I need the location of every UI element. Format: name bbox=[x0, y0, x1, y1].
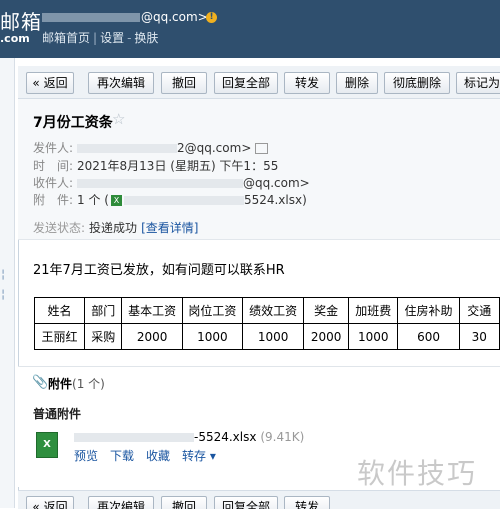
table-cell: 600 bbox=[397, 323, 460, 350]
view-details-link[interactable]: [查看详情] bbox=[141, 221, 198, 235]
watermark-text: 软件技巧 bbox=[357, 457, 478, 490]
favorite-link[interactable]: 收藏 bbox=[146, 449, 170, 463]
table-header-cell: 姓名 bbox=[33, 297, 86, 324]
reply-all-button[interactable]: 回复全部 bbox=[214, 72, 278, 94]
excel-file-icon[interactable]: X bbox=[36, 432, 58, 458]
time-row: 时 间: 2021年8月13日 (星期五) 下午1：55 bbox=[33, 157, 278, 174]
link-skin[interactable]: 换肤 bbox=[134, 31, 158, 45]
recipient-label: 收件人: bbox=[33, 176, 74, 190]
masked-attachment bbox=[123, 196, 244, 205]
back-button[interactable]: « 返回 bbox=[26, 72, 74, 94]
table-header-cell: 交通 bbox=[458, 297, 500, 324]
attachments-count: (1 个) bbox=[72, 377, 105, 391]
excel-file-icon: X bbox=[110, 195, 122, 206]
salary-table: 姓名 部门 基本工资 岗位工资 绩效工资 奖金 加班费 住房补助 交通 王丽红 … bbox=[33, 297, 500, 350]
back-button-bottom[interactable]: « 返回 bbox=[26, 496, 74, 509]
status-value: 投递成功 bbox=[89, 221, 138, 235]
table-cell: 2000 bbox=[121, 323, 183, 350]
save-to-link[interactable]: 转存 ▾ bbox=[182, 449, 216, 463]
star-icon[interactable]: ☆ bbox=[112, 110, 125, 128]
attachment-size: (9.41K) bbox=[260, 430, 305, 444]
table-cell: 1000 bbox=[347, 323, 399, 350]
recall-button[interactable]: 撤回 bbox=[161, 72, 207, 94]
download-link[interactable]: 下载 bbox=[110, 449, 134, 463]
bottom-toolbar: « 返回 再次编辑 撤回 回复全部 转发 bbox=[18, 490, 500, 509]
link-mail-home[interactable]: 邮箱首页 bbox=[42, 31, 90, 45]
delete-permanently-button[interactable]: 彻底删除 bbox=[384, 72, 450, 94]
forward-button-bottom[interactable]: 转发 bbox=[284, 496, 330, 509]
header-links: 邮箱首页 | 设置 - 换肤 bbox=[42, 31, 159, 45]
attachments-title-text: 附件 bbox=[48, 377, 73, 391]
masked-filename bbox=[74, 433, 194, 442]
contact-card-icon[interactable] bbox=[255, 143, 269, 154]
re-edit-button[interactable]: 再次编辑 bbox=[88, 72, 154, 94]
table-cell: 王丽红 bbox=[33, 323, 86, 350]
preview-link[interactable]: 预览 bbox=[74, 449, 98, 463]
attachment-row: 附 件: 1 个 (X 5524.xlsx) bbox=[33, 191, 307, 208]
logo-domain: .com bbox=[0, 32, 30, 45]
delete-button[interactable]: 删除 bbox=[336, 72, 378, 94]
time-value: 2021年8月13日 (星期五) 下午1：55 bbox=[77, 159, 279, 173]
account-address[interactable]: @qq.com> bbox=[42, 10, 208, 24]
table-header-cell: 奖金 bbox=[303, 297, 349, 324]
logo-text: 邮箱 bbox=[0, 10, 42, 34]
reply-all-button-bottom[interactable]: 回复全部 bbox=[214, 496, 278, 509]
table-header-cell: 住房补助 bbox=[397, 297, 460, 324]
sender-label: 发件人: bbox=[33, 141, 74, 155]
table-header-cell: 基本工资 bbox=[121, 297, 183, 324]
table-row: 王丽红 采购 2000 1000 1000 2000 1000 600 30 bbox=[33, 323, 500, 350]
delivery-status: 发送状态: 投递成功 [查看详情] bbox=[33, 219, 198, 236]
link-settings[interactable]: 设置 bbox=[100, 31, 124, 45]
mail-body-text: 21年7月工资已发放，如有问题可以联系HR bbox=[33, 263, 285, 278]
mark-as-button[interactable]: 标记为 bbox=[456, 72, 500, 94]
account-text: @qq.com> bbox=[141, 10, 208, 24]
recall-button-bottom[interactable]: 撤回 bbox=[161, 496, 207, 509]
table-cell: 1000 bbox=[242, 323, 305, 350]
table-header-cell: 加班费 bbox=[347, 297, 399, 324]
masked-sender bbox=[77, 144, 177, 153]
sidebar-marker-icon[interactable]: ╎ bbox=[0, 270, 8, 282]
attachment-filename[interactable]: -5524.xlsx bbox=[194, 430, 256, 444]
table-header-cell: 岗位工资 bbox=[181, 297, 244, 324]
mail-subject: 7月份工资条 bbox=[33, 115, 113, 131]
table-cell: 1000 bbox=[181, 323, 244, 350]
table-cell: 采购 bbox=[84, 323, 123, 350]
normal-attachments-label: 普通附件 bbox=[33, 407, 82, 421]
forward-button[interactable]: 转发 bbox=[284, 72, 330, 94]
masked-account bbox=[42, 13, 140, 22]
attachment-actions: 预览 下载 收藏 转存 ▾ bbox=[74, 447, 228, 464]
recipient-row: 收件人: @qq.com> bbox=[33, 174, 310, 191]
sidebar-marker-icon[interactable]: ╎ bbox=[0, 290, 8, 302]
attachment-name[interactable]: 5524.xlsx) bbox=[244, 193, 307, 207]
time-label: 时 间: bbox=[33, 159, 74, 173]
table-cell: 30 bbox=[458, 323, 500, 350]
sender-value[interactable]: 2@qq.com> bbox=[177, 141, 251, 155]
table-cell: 2000 bbox=[303, 323, 349, 350]
mail-toolbar: « 返回 再次编辑 撤回 回复全部 转发 删除 彻底删除 标记为 bbox=[18, 66, 500, 99]
table-header-cell: 部门 bbox=[84, 297, 123, 324]
paperclip-icon: 📎 bbox=[32, 375, 49, 390]
top-bar: 邮箱 .com @qq.com> ! 邮箱首页 | 设置 - 换肤 bbox=[0, 0, 500, 58]
attachment-count[interactable]: 1 个 ( bbox=[77, 193, 109, 207]
left-sidebar: ╎ ╎ bbox=[0, 58, 15, 508]
recipient-value[interactable]: @qq.com> bbox=[243, 176, 310, 190]
attachment-label: 附 件: bbox=[33, 193, 74, 207]
masked-recipient bbox=[77, 179, 243, 188]
sender-row: 发件人: 2@qq.com> bbox=[33, 139, 269, 156]
re-edit-button-bottom[interactable]: 再次编辑 bbox=[88, 496, 154, 509]
status-label: 发送状态: bbox=[33, 221, 86, 235]
attachment-file[interactable]: -5524.xlsx (9.41K) bbox=[74, 430, 304, 444]
warning-icon[interactable]: ! bbox=[206, 12, 217, 23]
table-header-cell: 绩效工资 bbox=[242, 297, 305, 324]
attachments-title: 附件(1 个) bbox=[48, 375, 105, 392]
table-header-row: 姓名 部门 基本工资 岗位工资 绩效工资 奖金 加班费 住房补助 交通 bbox=[33, 297, 500, 324]
